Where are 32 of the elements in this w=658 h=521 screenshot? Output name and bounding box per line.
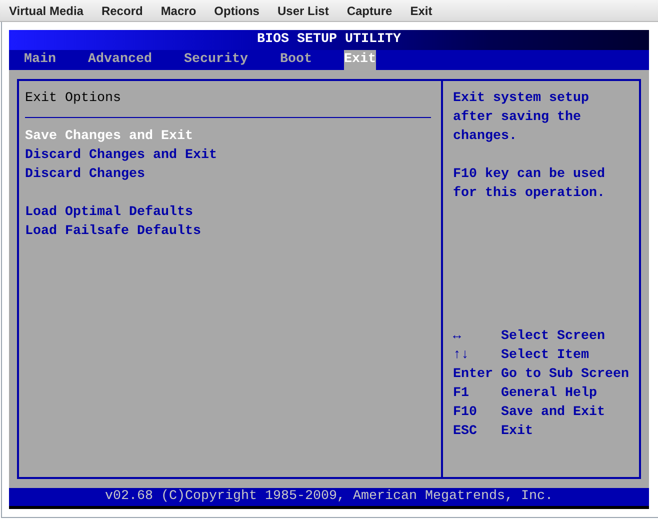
menu-item[interactable]: Capture <box>346 4 392 18</box>
key-name: F10 <box>453 404 478 422</box>
key-name: F1 <box>453 385 470 403</box>
menu-item[interactable]: Macro <box>160 4 196 18</box>
key-name: ↑↓ <box>453 347 470 365</box>
copyright-text: v02.68 (C)Copyright 1985-2009, American Megatrends, Inc. <box>105 489 553 504</box>
tab[interactable]: Main <box>24 50 56 70</box>
help-text: Exit system setup after saving the changes. <box>453 90 590 146</box>
menu-item[interactable]: User List <box>277 4 329 18</box>
menu-option[interactable]: Discard Changes and Exit <box>25 148 217 163</box>
help-text: F10 key can be used for this operation. <box>453 166 606 203</box>
key-name: ↔ <box>453 328 462 346</box>
section-title: Exit Options <box>25 91 121 106</box>
key-action: Save and Exit <box>501 405 606 420</box>
menu-item[interactable]: Options <box>214 4 260 18</box>
key-action: Go to Sub Screen <box>501 367 630 382</box>
tab[interactable]: Advanced <box>88 50 152 70</box>
tab[interactable]: Security <box>184 50 248 70</box>
key-action: Select Screen <box>501 329 606 344</box>
tab[interactable]: Boot <box>280 50 312 70</box>
bios-title: BIOS SETUP UTILITY <box>257 32 401 47</box>
menu-option[interactable]: Load Optimal Defaults <box>25 205 193 220</box>
key-name: ESC <box>453 423 478 441</box>
menu-item[interactable]: Exit <box>410 4 432 18</box>
menu-item[interactable]: Virtual Media <box>9 4 84 18</box>
key-action: Select Item <box>501 348 590 363</box>
key-name: Enter <box>453 366 494 384</box>
menu-item[interactable]: Record <box>101 4 143 18</box>
menu-option[interactable]: Discard Changes <box>25 167 145 182</box>
key-action: Exit <box>501 424 534 439</box>
menu-option[interactable]: Load Failsafe Defaults <box>25 224 201 239</box>
key-action: General Help <box>501 386 598 401</box>
